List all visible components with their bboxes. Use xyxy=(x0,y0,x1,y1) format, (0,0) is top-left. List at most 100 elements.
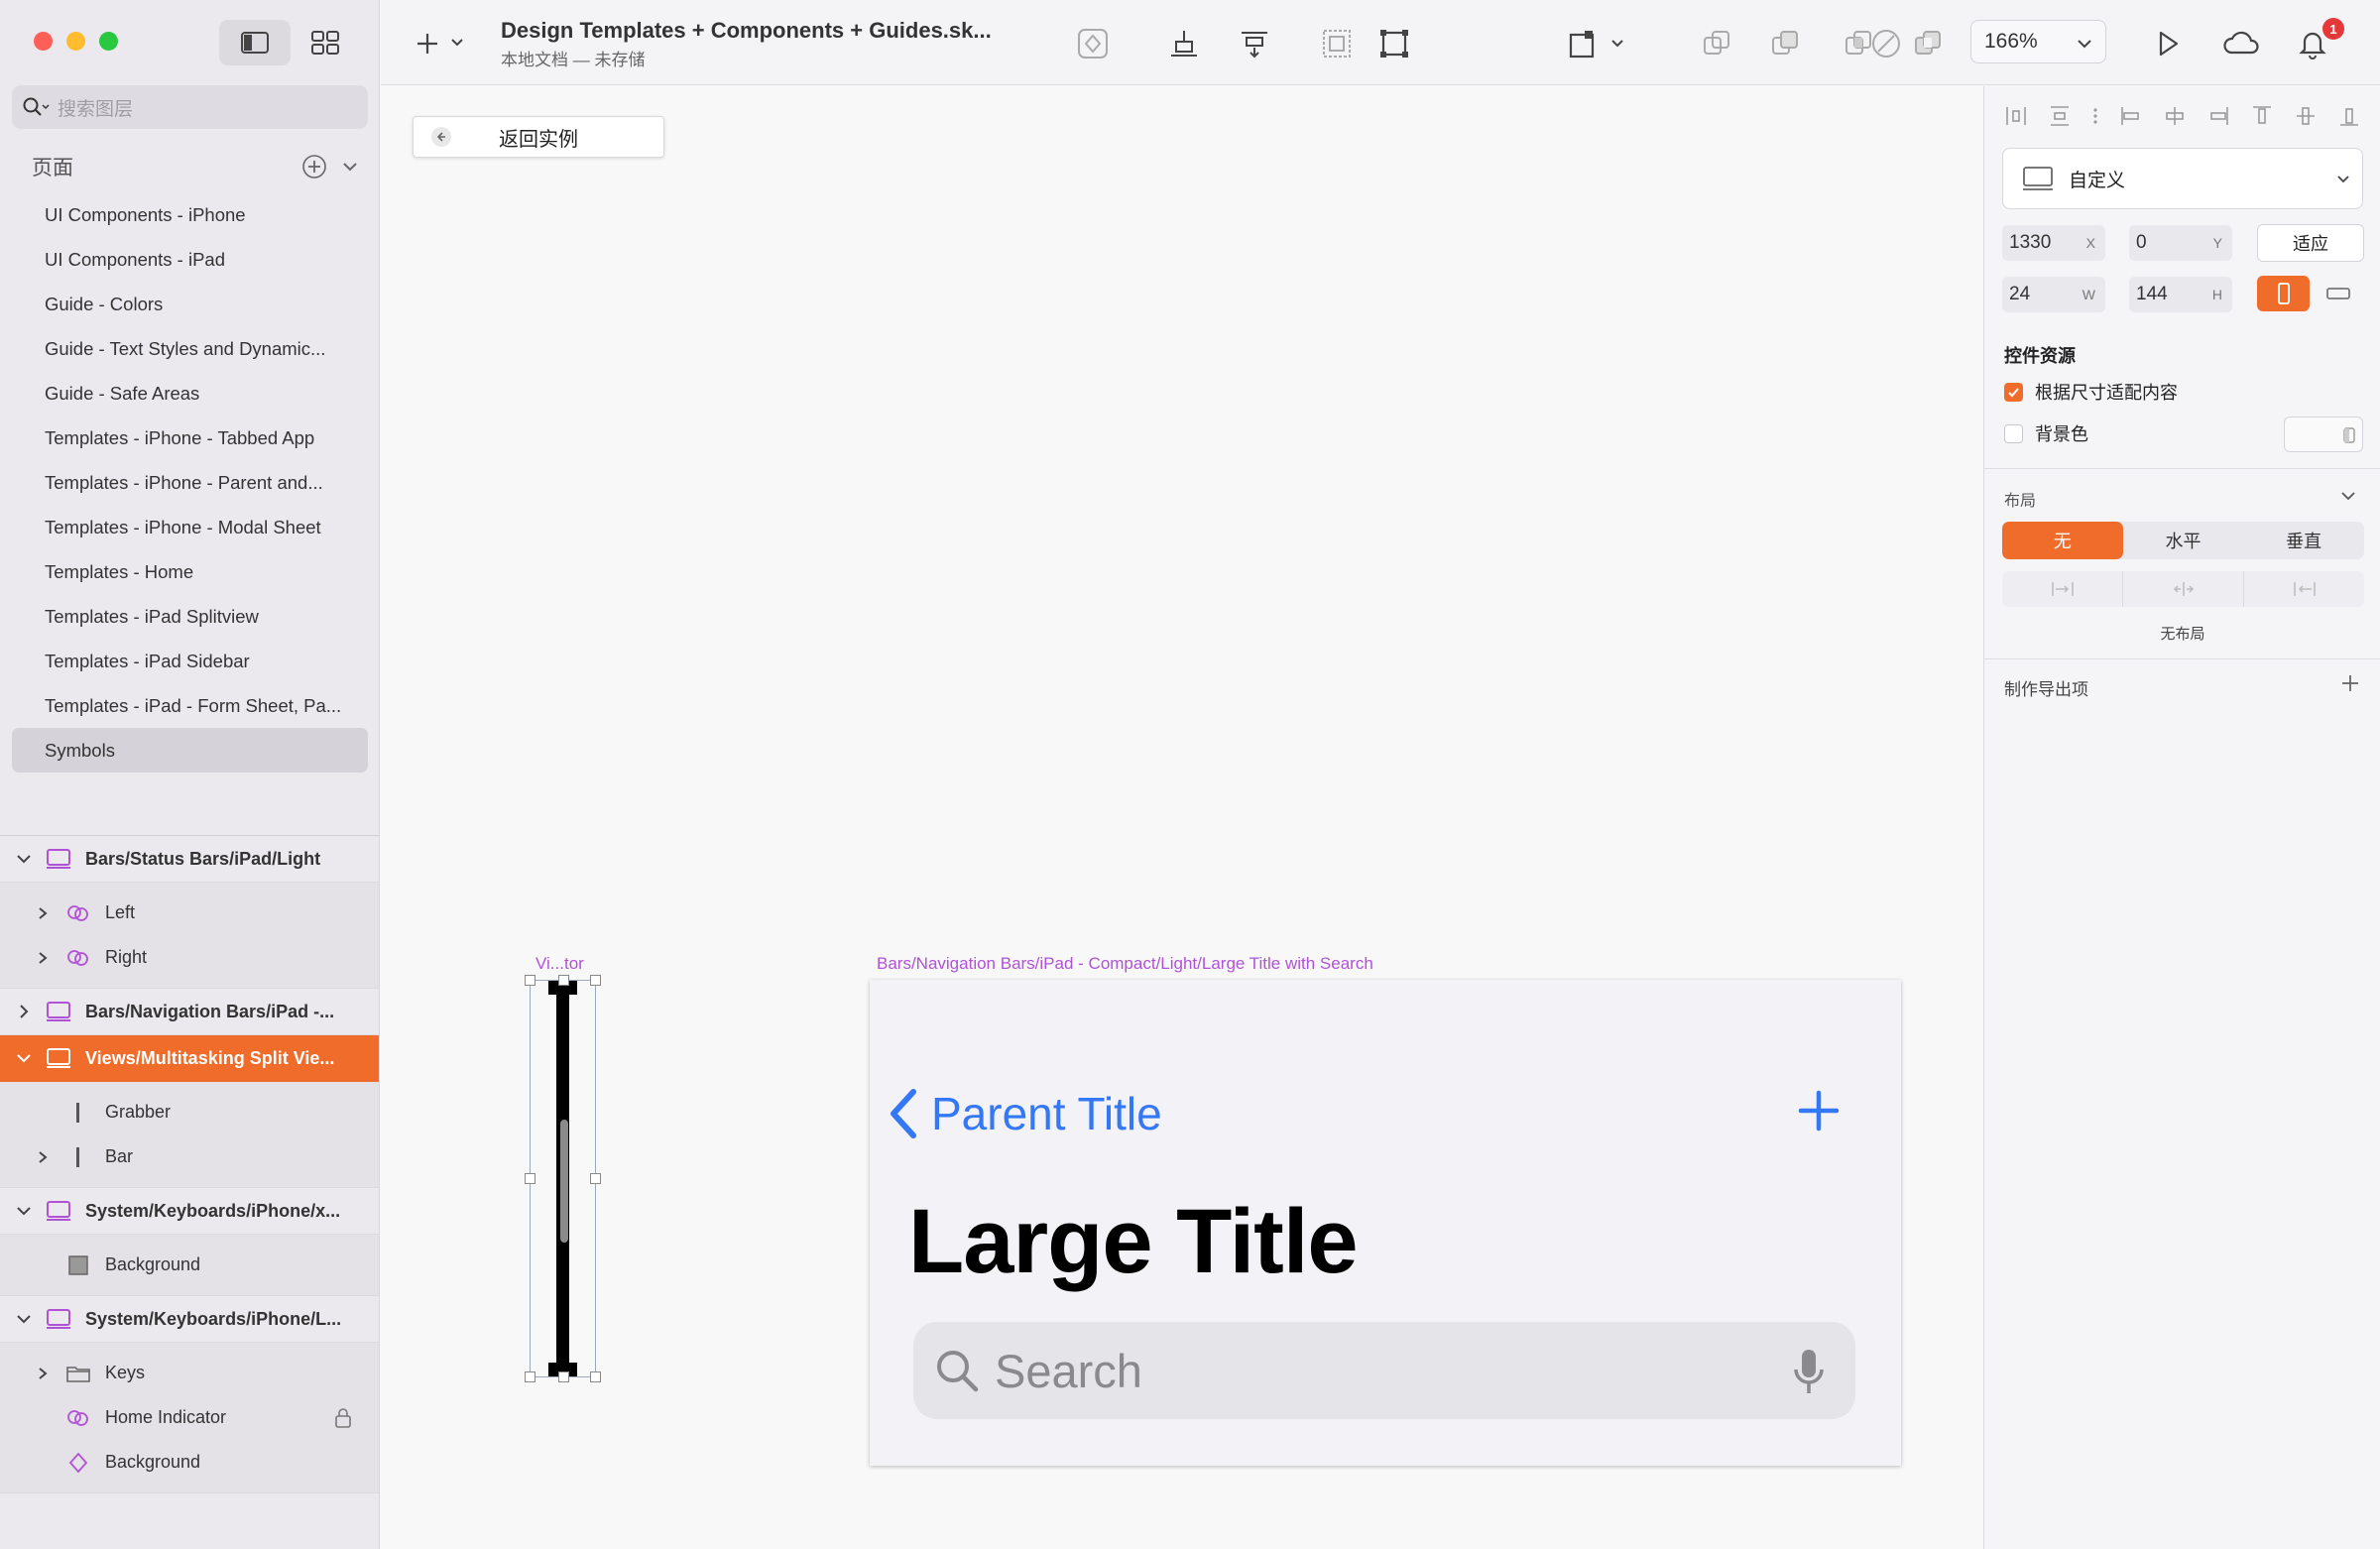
intersect-button[interactable] xyxy=(1837,22,1880,65)
navigation-bar-artboard[interactable]: Parent Title Large Title Search xyxy=(870,980,1901,1466)
add-export-icon[interactable] xyxy=(2339,672,2361,694)
chevron-down-icon[interactable] xyxy=(2339,487,2357,505)
close-window-button[interactable] xyxy=(34,32,53,51)
align-middle-icon[interactable] xyxy=(2294,104,2318,128)
distribute-vertical-icon[interactable] xyxy=(2048,104,2072,128)
layer-group-keyboards-x[interactable]: System/Keyboards/iPhone/x... xyxy=(0,1188,379,1235)
width-field[interactable]: 24 W xyxy=(2002,277,2105,312)
x-field[interactable]: 1330 X xyxy=(2002,225,2105,261)
chevron-right-icon[interactable] xyxy=(36,951,50,965)
sidebar-toggle-button[interactable] xyxy=(219,20,291,65)
zoom-select[interactable]: 166% xyxy=(1970,20,2106,63)
align-end-option[interactable] xyxy=(2244,571,2364,607)
distribute-button[interactable] xyxy=(1233,22,1276,65)
union-button[interactable] xyxy=(1695,22,1738,65)
landscape-toggle[interactable] xyxy=(2312,276,2364,311)
background-color-swatch[interactable] xyxy=(2284,417,2363,452)
symbol-size-select[interactable]: 自定义 xyxy=(2002,148,2363,209)
align-top-icon[interactable] xyxy=(2250,104,2274,128)
page-item[interactable]: Templates - iPhone - Modal Sheet xyxy=(12,505,368,549)
chevron-right-icon[interactable] xyxy=(36,1367,50,1380)
page-item[interactable]: UI Components - iPad xyxy=(12,237,368,282)
transform-button[interactable] xyxy=(1567,22,1636,65)
layer-row[interactable]: Background xyxy=(0,1440,379,1485)
layer-group-keyboards-l[interactable]: System/Keyboards/iPhone/L... xyxy=(0,1296,379,1343)
chevron-down-icon[interactable] xyxy=(16,1311,32,1327)
add-page-icon[interactable] xyxy=(301,154,327,179)
components-view-button[interactable] xyxy=(303,20,347,65)
page-item[interactable]: Guide - Text Styles and Dynamic... xyxy=(12,326,368,371)
height-field[interactable]: 144 H xyxy=(2129,277,2232,312)
chevron-right-icon[interactable] xyxy=(36,906,50,920)
nav-back-button[interactable]: Parent Title xyxy=(888,1087,1162,1140)
canvas[interactable]: 返回实例 Vi...tor Bars/Navigation Bars/iPad … xyxy=(381,86,1983,1549)
layout-horizontal-option[interactable]: 水平 xyxy=(2123,522,2244,559)
scale-button[interactable] xyxy=(1372,22,1416,65)
resize-handle[interactable] xyxy=(525,1173,536,1184)
minimize-window-button[interactable] xyxy=(66,32,85,51)
page-item[interactable]: Templates - iPad Splitview xyxy=(12,594,368,639)
chevron-right-icon[interactable] xyxy=(36,1150,50,1164)
layer-group-navigation-bars[interactable]: Bars/Navigation Bars/iPad -... xyxy=(0,989,379,1035)
zoom-window-button[interactable] xyxy=(99,32,118,51)
align-center-option[interactable] xyxy=(2123,571,2244,607)
fit-button[interactable]: 适应 xyxy=(2257,224,2364,262)
preview-button[interactable] xyxy=(2146,22,2190,65)
chevron-down-icon[interactable] xyxy=(16,851,32,867)
layer-row[interactable]: Right xyxy=(0,935,379,980)
page-item[interactable]: Templates - iPhone - Parent and... xyxy=(12,460,368,505)
chevron-down-icon[interactable] xyxy=(16,1050,32,1066)
create-symbol-button[interactable] xyxy=(1071,22,1115,65)
return-to-instance-button[interactable]: 返回实例 xyxy=(413,116,664,158)
resize-handle[interactable] xyxy=(558,1371,569,1382)
lock-icon[interactable] xyxy=(334,1407,352,1429)
align-center-horizontal-icon[interactable] xyxy=(2163,104,2187,128)
more-icon[interactable] xyxy=(2091,104,2099,128)
layer-row[interactable]: Left xyxy=(0,891,379,935)
layer-group-multitasking[interactable]: Views/Multitasking Split Vie... xyxy=(0,1035,379,1082)
multitasking-separator-artboard[interactable] xyxy=(525,975,601,1382)
background-color-checkbox[interactable]: 背景色 xyxy=(2004,420,2088,446)
align-left-icon[interactable] xyxy=(2119,104,2143,128)
subtract-button[interactable] xyxy=(1763,22,1807,65)
layer-search-input[interactable]: 搜索图层 xyxy=(12,85,368,129)
layer-group-status-bars[interactable]: Bars/Status Bars/iPad/Light xyxy=(0,836,379,883)
collapse-pages-icon[interactable] xyxy=(341,158,359,176)
align-right-icon[interactable] xyxy=(2206,104,2230,128)
layer-row[interactable]: Bar xyxy=(0,1134,379,1179)
distribute-horizontal-icon[interactable] xyxy=(2004,104,2028,128)
y-field[interactable]: 0Y xyxy=(2129,225,2232,261)
add-icon[interactable] xyxy=(1797,1089,1841,1132)
insert-button[interactable] xyxy=(415,26,474,61)
artboard-label[interactable]: Bars/Navigation Bars/iPad - Compact/Ligh… xyxy=(877,954,1373,974)
align-start-option[interactable] xyxy=(2002,571,2123,607)
chevron-right-icon[interactable] xyxy=(16,1004,32,1019)
page-item[interactable]: Guide - Safe Areas xyxy=(12,371,368,416)
resize-handle[interactable] xyxy=(590,975,601,986)
layer-row[interactable]: Home Indicator xyxy=(0,1395,379,1440)
cloud-button[interactable] xyxy=(2217,22,2267,65)
page-item[interactable]: Templates - Home xyxy=(12,549,368,594)
page-item[interactable]: Templates - iPhone - Tabbed App xyxy=(12,416,368,460)
page-item[interactable]: Guide - Colors xyxy=(12,282,368,326)
portrait-toggle[interactable] xyxy=(2257,276,2310,311)
layer-row[interactable]: Keys xyxy=(0,1351,379,1395)
resize-to-fit-checkbox[interactable]: 根据尺寸适配内容 xyxy=(2004,379,2178,405)
resize-handle[interactable] xyxy=(525,975,536,986)
layer-row[interactable]: Background xyxy=(0,1243,379,1287)
resize-handle[interactable] xyxy=(558,975,569,986)
artboard-label[interactable]: Vi...tor xyxy=(536,954,584,974)
page-item[interactable]: Templates - iPad Sidebar xyxy=(12,639,368,683)
page-item-symbols[interactable]: Symbols xyxy=(12,728,368,773)
layout-none-option[interactable]: 无 xyxy=(2002,522,2123,559)
mask-button[interactable] xyxy=(1315,22,1359,65)
checkbox-checked[interactable] xyxy=(2004,382,2023,402)
checkbox-unchecked[interactable] xyxy=(2004,423,2023,443)
resize-handle[interactable] xyxy=(590,1173,601,1184)
align-bottom-button[interactable] xyxy=(1162,22,1206,65)
layer-row[interactable]: Grabber xyxy=(0,1090,379,1134)
page-item[interactable]: Templates - iPad - Form Sheet, Pa... xyxy=(12,683,368,728)
chevron-down-icon[interactable] xyxy=(16,1203,32,1219)
microphone-icon[interactable] xyxy=(1792,1348,1826,1397)
difference-button[interactable] xyxy=(1906,22,1950,65)
